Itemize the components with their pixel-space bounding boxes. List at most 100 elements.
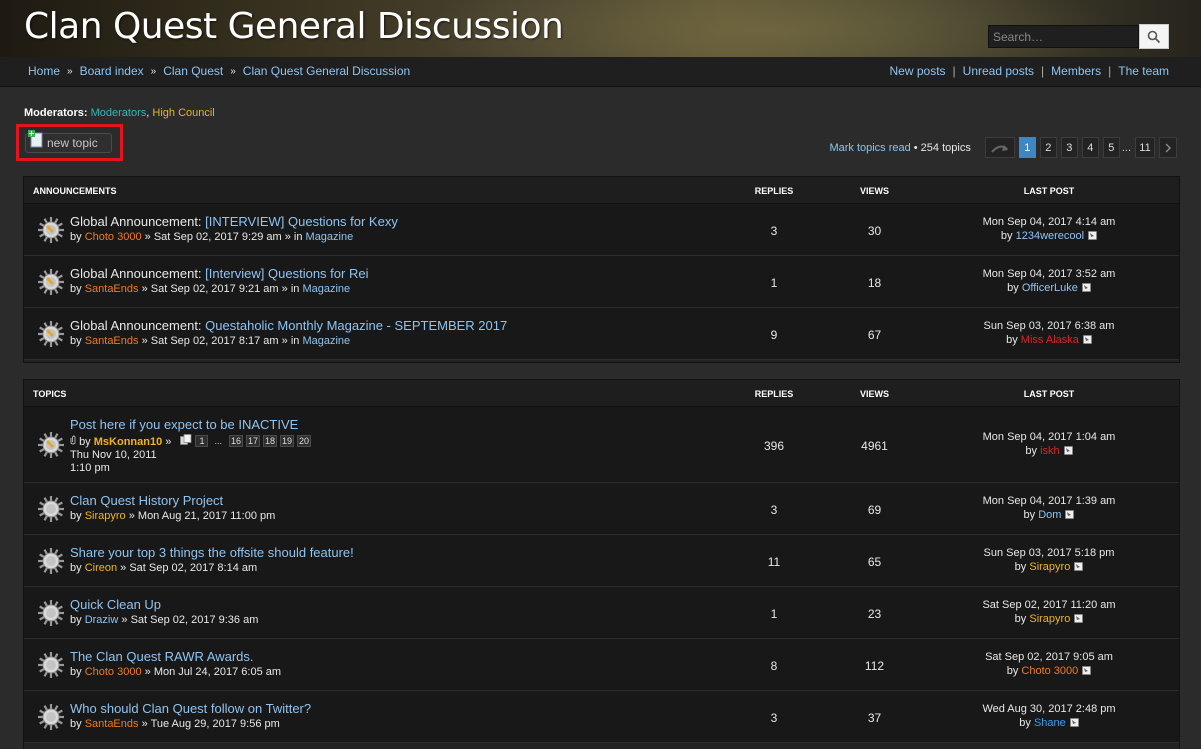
topic-title-link[interactable]: [Interview] Questions for Rei bbox=[205, 266, 368, 281]
topic-title-link[interactable]: Who should Clan Quest follow on Twitter? bbox=[70, 701, 311, 716]
announcement-row: Global Announcement: [Interview] Questio… bbox=[24, 256, 1179, 308]
last-post-user-link[interactable]: OfficerLuke bbox=[1022, 282, 1078, 294]
last-post-info: Sat Sep 02, 2017 9:05 am by Choto 3000 bbox=[954, 651, 1144, 677]
search-button[interactable] bbox=[1139, 24, 1169, 49]
high-council-group-link[interactable]: High Council bbox=[152, 107, 214, 119]
unread-posts-link[interactable]: Unread posts bbox=[963, 64, 1034, 78]
page-11-button[interactable]: 11 bbox=[1135, 137, 1155, 158]
breadcrumb-home[interactable]: Home bbox=[28, 64, 60, 78]
topic-title-link[interactable]: [INTERVIEW] Questions for Kexy bbox=[205, 214, 398, 229]
page-1-button[interactable]: 1 bbox=[1018, 137, 1036, 158]
forum-link[interactable]: Magazine bbox=[302, 283, 350, 295]
go-to-last-post-icon[interactable] bbox=[1082, 666, 1092, 675]
by-label: by bbox=[1006, 665, 1019, 677]
last-post-info: Wed Aug 30, 2017 2:48 pm by Shane bbox=[954, 703, 1144, 729]
last-post-user-link[interactable]: Sirapyro bbox=[1029, 613, 1070, 625]
mini-page-link[interactable]: 18 bbox=[263, 435, 278, 447]
go-to-last-post-icon[interactable] bbox=[1074, 562, 1084, 571]
mini-page-link[interactable]: 19 bbox=[280, 435, 295, 447]
post-date: Sat Sep 02, 2017 8:14 am bbox=[129, 562, 258, 574]
topic-row: The Clan Quest RAWR Awards. by Choto 300… bbox=[24, 639, 1179, 691]
link-divider: | bbox=[1108, 64, 1112, 78]
last-post-user-link[interactable]: iskh bbox=[1040, 445, 1060, 457]
jump-to-page-button[interactable] bbox=[984, 137, 1015, 158]
author-link[interactable]: Cireon bbox=[85, 562, 117, 574]
moderators-label: Moderators: bbox=[24, 107, 88, 119]
forum-link[interactable]: Magazine bbox=[306, 231, 354, 243]
last-post-user-link[interactable]: Shane bbox=[1034, 717, 1066, 729]
page-2-button[interactable]: 2 bbox=[1039, 137, 1057, 158]
view-count: 69 bbox=[867, 503, 882, 517]
topic-title-link[interactable]: The Clan Quest RAWR Awards. bbox=[70, 649, 254, 664]
author-link[interactable]: SantaEnds bbox=[85, 718, 139, 730]
page-5-button[interactable]: 5 bbox=[1102, 137, 1120, 158]
mark-topics-read-link[interactable]: Mark topics read bbox=[829, 142, 910, 154]
topic-title-link[interactable]: Quick Clean Up bbox=[70, 597, 161, 612]
author-link[interactable]: Sirapyro bbox=[85, 510, 126, 522]
link-divider: | bbox=[952, 64, 956, 78]
author-link[interactable]: Choto 3000 bbox=[85, 666, 142, 678]
search-input[interactable] bbox=[988, 25, 1139, 48]
replies-column-header: Replies bbox=[754, 389, 794, 399]
topic-icon bbox=[37, 495, 65, 523]
mini-page-link[interactable]: 16 bbox=[228, 435, 243, 447]
topic-title-link[interactable]: Share your top 3 things the offsite shou… bbox=[70, 545, 354, 560]
breadcrumb-general-discussion[interactable]: Clan Quest General Discussion bbox=[243, 64, 410, 78]
topic-row: Who should Clan Quest follow on Twitter?… bbox=[24, 691, 1179, 743]
by-label: by bbox=[1006, 334, 1018, 346]
new-posts-link[interactable]: New posts bbox=[890, 64, 946, 78]
author-link[interactable]: MsKonnan10 bbox=[94, 436, 162, 448]
moderators-group-link[interactable]: Moderators bbox=[91, 107, 147, 119]
new-topic-button[interactable]: new topic bbox=[25, 130, 112, 153]
reply-count: 1 bbox=[770, 607, 778, 621]
attachment-icon bbox=[70, 435, 79, 448]
author-link[interactable]: SantaEnds bbox=[85, 283, 139, 295]
breadcrumb: Home » Board index » Clan Quest » Clan Q… bbox=[28, 64, 410, 78]
mini-page-link[interactable]: 1 bbox=[195, 435, 209, 447]
author-link[interactable]: SantaEnds bbox=[85, 335, 139, 347]
team-link[interactable]: The team bbox=[1118, 64, 1169, 78]
go-to-last-post-icon[interactable] bbox=[1088, 231, 1097, 240]
mini-page-link[interactable]: 20 bbox=[297, 435, 312, 447]
last-post-user-link[interactable]: Choto 3000 bbox=[1021, 665, 1078, 677]
next-page-button[interactable] bbox=[1159, 137, 1177, 158]
by-label: by bbox=[70, 562, 82, 574]
forum-link[interactable]: Magazine bbox=[302, 335, 350, 347]
last-post-user-link[interactable]: Dom bbox=[1038, 509, 1061, 521]
jump-arrow-icon bbox=[991, 144, 1008, 153]
members-link[interactable]: Members bbox=[1051, 64, 1101, 78]
breadcrumb-board-index[interactable]: Board index bbox=[80, 64, 144, 78]
go-to-last-post-icon[interactable] bbox=[1065, 510, 1075, 519]
topic-title-link[interactable]: Clan Quest History Project bbox=[70, 493, 223, 508]
last-post-info: Mon Sep 04, 2017 1:04 am by iskh bbox=[954, 431, 1144, 457]
views-column-header: Views bbox=[859, 186, 889, 196]
moderators-line: Moderators: Moderators, High Council bbox=[24, 107, 215, 119]
reply-count: 11 bbox=[767, 555, 781, 569]
go-to-last-post-icon[interactable] bbox=[1083, 335, 1092, 344]
site-header: Clan Quest General Discussion bbox=[0, 0, 1201, 57]
last-post-user-link[interactable]: Miss Alaska bbox=[1021, 334, 1079, 346]
go-to-last-post-icon[interactable] bbox=[1063, 446, 1073, 455]
last-post-user-link[interactable]: 1234werecool bbox=[1016, 230, 1085, 242]
breadcrumb-clan-quest[interactable]: Clan Quest bbox=[163, 64, 223, 78]
go-to-last-post-icon[interactable] bbox=[1082, 283, 1091, 292]
go-to-last-post-icon[interactable] bbox=[1074, 614, 1084, 623]
last-post-user-link[interactable]: Sirapyro bbox=[1029, 561, 1070, 573]
by-label: by bbox=[1014, 613, 1027, 625]
topic-title-link[interactable]: Post here if you expect to be INACTIVE bbox=[70, 417, 298, 432]
global-announcement-prefix: Global Announcement: bbox=[70, 214, 202, 229]
sep-glyph: » bbox=[165, 436, 172, 448]
go-to-last-post-icon[interactable] bbox=[1069, 718, 1079, 727]
last-post-info: Mon Sep 04, 2017 1:39 am by Dom bbox=[954, 495, 1144, 521]
replies-column-header: Replies bbox=[754, 186, 794, 196]
post-date: Mon Aug 21, 2017 11:00 pm bbox=[137, 510, 276, 522]
mini-page-link[interactable]: 17 bbox=[246, 435, 261, 447]
page-4-button[interactable]: 4 bbox=[1081, 137, 1099, 158]
post-time: 1:10 pm bbox=[70, 462, 110, 474]
last-post-date: Mon Sep 04, 2017 1:04 am bbox=[982, 431, 1116, 443]
author-link[interactable]: Choto 3000 bbox=[85, 231, 142, 243]
last-post-date: Wed Aug 30, 2017 2:48 pm bbox=[982, 703, 1116, 715]
author-link[interactable]: Draziw bbox=[85, 614, 119, 626]
page-3-button[interactable]: 3 bbox=[1060, 137, 1078, 158]
topic-title-link[interactable]: Questaholic Monthly Magazine - SEPTEMBER… bbox=[205, 318, 507, 333]
